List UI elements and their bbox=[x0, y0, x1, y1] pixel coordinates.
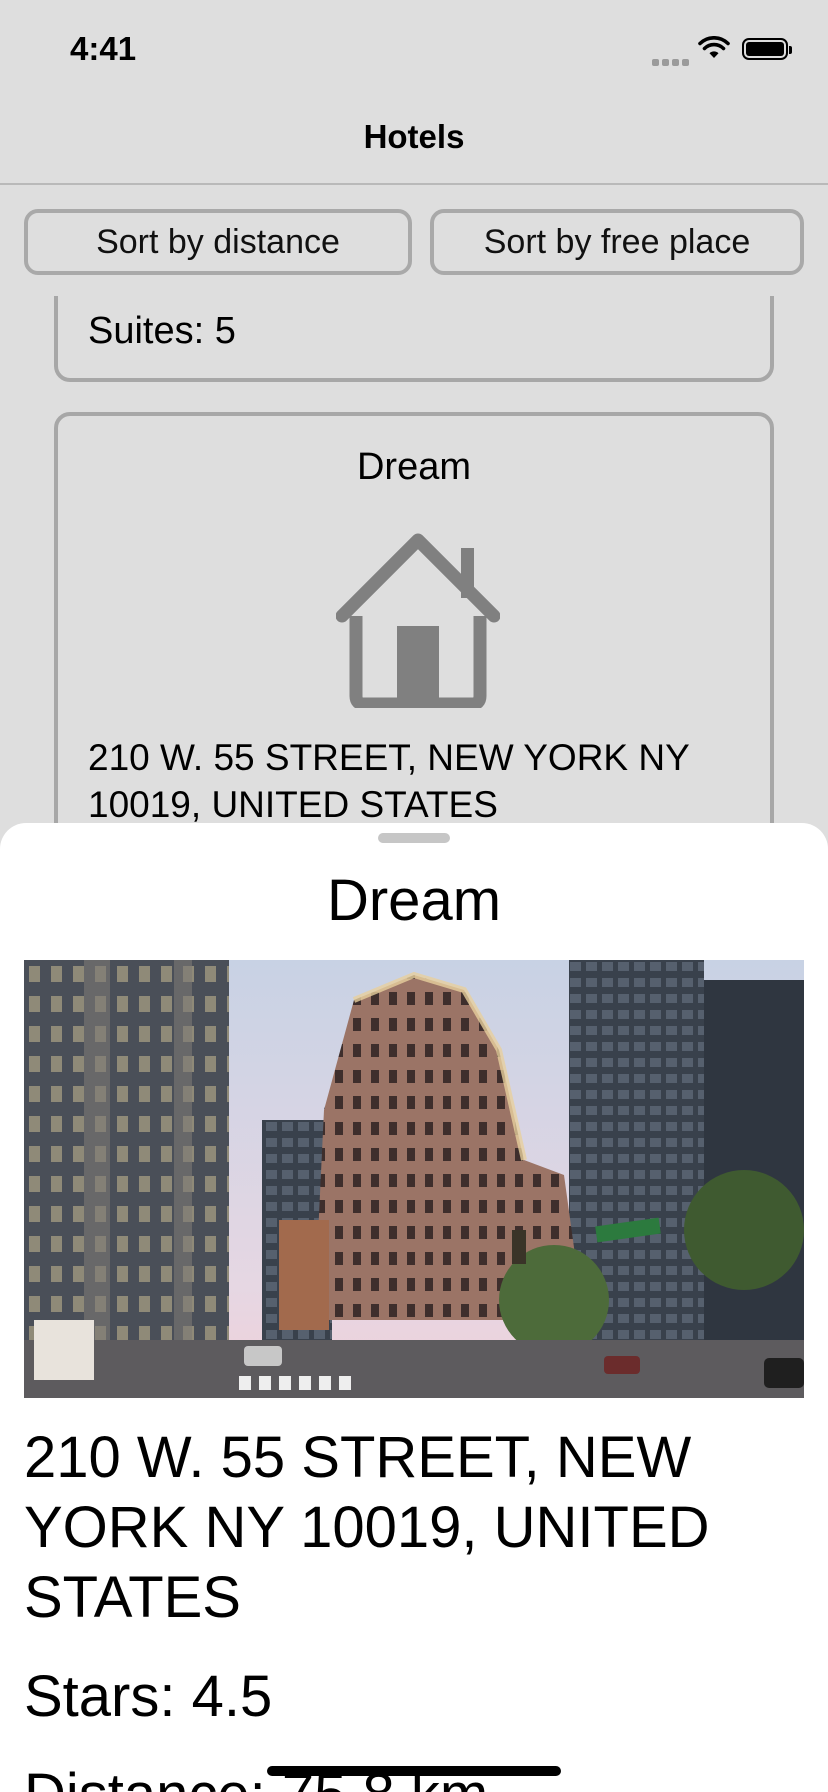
hotel-detail-address: 210 W. 55 STREET, NEW YORK NY 10019, UNI… bbox=[24, 1425, 710, 1630]
sort-by-free-place-button[interactable]: Sort by free place bbox=[430, 209, 804, 275]
status-bar: 4:41 bbox=[0, 0, 828, 100]
home-indicator[interactable] bbox=[267, 1766, 561, 1776]
nav-divider bbox=[0, 183, 828, 185]
hotel-detail-title: Dream bbox=[326, 868, 502, 933]
hotel-card-dream[interactable]: Dream 210 W. 55 STREET, NEW YORK NY 1001… bbox=[54, 412, 774, 826]
house-icon bbox=[336, 533, 500, 708]
hotel-list[interactable]: Suites: 5 Dream 210 W. 55 STREET, NEW YO… bbox=[0, 296, 828, 826]
sheet-grabber[interactable] bbox=[378, 833, 450, 843]
hotel-detail-stars: Stars: 4.5 bbox=[24, 1664, 273, 1729]
hotel-photo bbox=[24, 960, 804, 1398]
battery-icon bbox=[742, 38, 792, 60]
hotel-card[interactable]: Suites: 5 bbox=[54, 296, 774, 382]
card-title: Dream bbox=[356, 446, 472, 488]
wifi-icon bbox=[698, 36, 730, 58]
cellular-signal-icon bbox=[652, 53, 692, 71]
nav-title: Hotels bbox=[363, 118, 465, 155]
status-time: 4:41 bbox=[70, 30, 137, 67]
card-address: 210 W. 55 STREET, NEW YORK NY 10019, UNI… bbox=[88, 737, 690, 825]
sort-by-distance-button[interactable]: Sort by distance bbox=[24, 209, 412, 275]
hotel-detail-sheet[interactable]: Dream 210 W. 55 STREET, NEW YORK NY 1001… bbox=[0, 823, 828, 1792]
card-suites: Suites: 5 bbox=[88, 310, 236, 352]
